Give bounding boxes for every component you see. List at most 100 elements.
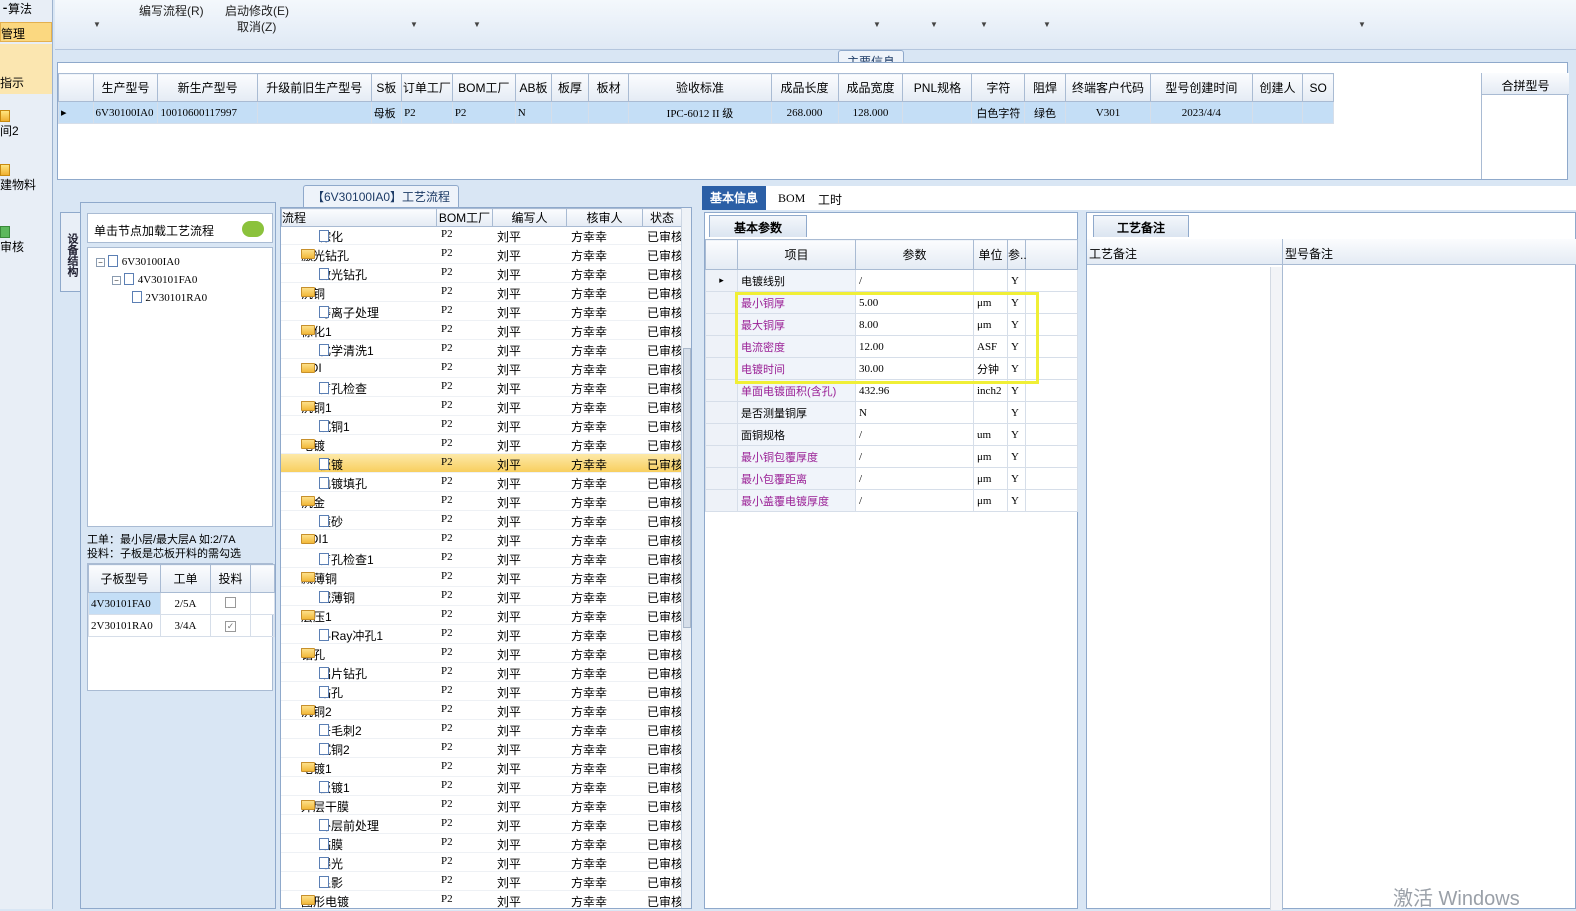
main-info-col[interactable]: 创建人	[1251, 73, 1304, 102]
flow-row[interactable]: 铝片钻孔 P2 刘平 方幸幸 已审核	[281, 663, 681, 682]
nav-item-instruction[interactable]: 指示	[0, 44, 52, 94]
flow-row[interactable]: 减薄铜 P2 刘平 方幸幸 已审核	[281, 587, 681, 606]
main-info-col[interactable]: 字符	[971, 73, 1026, 102]
sub-board-row[interactable]: 4V30101FA0 2/5A	[88, 592, 275, 615]
main-info-col[interactable]: 验收标准	[628, 73, 772, 102]
nav-item-material[interactable]: 建物料	[0, 162, 52, 202]
main-info-col[interactable]: AB板	[514, 73, 553, 102]
scrollbar-thumb[interactable]	[683, 348, 691, 628]
flow-row[interactable]: 板镀1 P2 刘平 方幸幸 已审核	[281, 777, 681, 796]
param-row[interactable]: ▸ 电镀线别 / Y	[705, 269, 1078, 292]
main-info-row[interactable]: ▸ 6V30100IA0 10010600117997 母板 P2 P2 N IPC-6012…	[58, 101, 1334, 124]
flow-row[interactable]: − 减薄铜P2刘平方幸幸已审核	[281, 568, 681, 587]
flow-row[interactable]: 板镀 P2 刘平 方幸幸 已审核	[281, 454, 681, 473]
param-col[interactable]: 参数	[855, 239, 974, 270]
param-row[interactable]: 是否测量铜厚 N Y	[705, 401, 1078, 424]
flow-row[interactable]: 盲孔检查 P2 刘平 方幸幸 已审核	[281, 378, 681, 397]
tree-node-root[interactable]: − 6V30100IA0	[96, 254, 180, 268]
flow-row[interactable]: 沉铜2 P2 刘平 方幸幸 已审核	[281, 739, 681, 758]
flow-row[interactable]: − AOIP2刘平方幸幸已审核	[281, 359, 681, 378]
flow-row[interactable]: − 沉铜1P2刘平方幸幸已审核	[281, 397, 681, 416]
flow-row[interactable]: − 电镀1P2刘平方幸幸已审核	[281, 758, 681, 777]
flow-row[interactable]: − 激光钻孔P2刘平方幸幸已审核	[281, 245, 681, 264]
flow-row[interactable]: 等离子处理 P2 刘平 方幸幸 已审核	[281, 302, 681, 321]
tree-node-child[interactable]: − 4V30101FA0	[112, 272, 197, 286]
param-col[interactable]: 参..	[1007, 239, 1027, 270]
flow-row[interactable]: X-Ray冲孔1 P2 刘平 方幸幸 已审核	[281, 625, 681, 644]
flow-row[interactable]: − 层压1P2刘平方幸幸已审核	[281, 606, 681, 625]
flow-scrollbar[interactable]	[681, 208, 691, 908]
feed-checkbox[interactable]	[210, 592, 251, 615]
sub-board-row[interactable]: 2V30101RA0 3/4A ✓	[88, 614, 275, 637]
flow-row[interactable]: 外层前处理 P2 刘平 方幸幸 已审核	[281, 815, 681, 834]
nav-item-copper2[interactable]: 间2	[0, 108, 52, 148]
dropdown-arrow-icon[interactable]: ▼	[1043, 20, 1051, 29]
start-modify-button[interactable]: 启动修改(E)	[225, 2, 289, 19]
flow-row[interactable]: 贴膜 P2 刘平 方幸幸 已审核	[281, 834, 681, 853]
dropdown-arrow-icon[interactable]: ▼	[930, 20, 938, 29]
tab-bom[interactable]: BOM	[770, 188, 813, 209]
dropdown-arrow-icon[interactable]: ▼	[873, 20, 881, 29]
param-col[interactable]: 单位	[973, 239, 1008, 270]
dropdown-arrow-icon[interactable]: ▼	[980, 20, 988, 29]
main-info-col[interactable]: SO	[1302, 73, 1334, 102]
main-info-col[interactable]: 型号创建时间	[1150, 73, 1253, 102]
tree-node-grandchild[interactable]: 2V30101RA0	[132, 290, 207, 304]
main-info-col[interactable]: 生产型号	[92, 73, 159, 102]
main-info-col[interactable]: 新生产型号	[157, 73, 258, 102]
dropdown-arrow-icon[interactable]: ▼	[473, 20, 481, 29]
tab-work-hours[interactable]: 工时	[810, 188, 850, 211]
vertical-tab-device-structure[interactable]: 设备结构	[60, 212, 80, 292]
main-info-col[interactable]: 成品长度	[770, 73, 839, 102]
main-info-col[interactable]: 终端客户代码	[1064, 73, 1152, 102]
flow-row[interactable]: − 外层干膜P2刘平方幸幸已审核	[281, 796, 681, 815]
main-info-col[interactable]: PNL规格	[902, 73, 973, 102]
flow-row[interactable]: 电镀填孔 P2 刘平 方幸幸 已审核	[281, 473, 681, 492]
main-info-col[interactable]: 板厚	[551, 73, 589, 102]
nav-item-management[interactable]: 管理	[0, 22, 52, 42]
flow-row[interactable]: − 沉金P2刘平方幸幸已审核	[281, 492, 681, 511]
flow-row[interactable]: 去毛刺2 P2 刘平 方幸幸 已审核	[281, 720, 681, 739]
param-col[interactable]: 项目	[737, 239, 856, 270]
cancel-button[interactable]: 取消(Z)	[237, 18, 276, 35]
model-note-column[interactable]: 型号备注	[1283, 239, 1576, 910]
nav-item-algorithm[interactable]: ⁃算法	[0, 0, 52, 18]
param-row[interactable]: 最小包覆距离 / μm Y	[705, 467, 1078, 490]
flow-row[interactable]: 钻孔 P2 刘平 方幸幸 已审核	[281, 682, 681, 701]
main-info-col[interactable]: 成品宽度	[837, 73, 904, 102]
flow-row[interactable]: − 钻孔P2刘平方幸幸已审核	[281, 644, 681, 663]
main-info-col[interactable]: 升级前旧生产型号	[256, 73, 372, 102]
flow-row[interactable]: 棕化 P2 刘平 方幸幸 已审核	[281, 226, 681, 245]
param-row[interactable]: 最小盖覆电镀厚度 / μm Y	[705, 489, 1078, 512]
flow-row[interactable]: 激光钻孔 P2 刘平 方幸幸 已审核	[281, 264, 681, 283]
flow-row[interactable]: 沉铜1 P2 刘平 方幸幸 已审核	[281, 416, 681, 435]
main-info-col[interactable]: 板材	[587, 73, 630, 102]
flow-row[interactable]: − 电镀P2刘平方幸幸已审核	[281, 435, 681, 454]
param-row[interactable]: 面铜规格 / um Y	[705, 423, 1078, 446]
main-info-col[interactable]: BOM工厂	[451, 73, 516, 102]
flow-row[interactable]: − 棕化1P2刘平方幸幸已审核	[281, 321, 681, 340]
dropdown-arrow-icon[interactable]: ▼	[93, 20, 101, 29]
main-info-col[interactable]: 阻焊	[1024, 73, 1066, 102]
nav-item-review[interactable]: 审核	[0, 224, 52, 260]
write-flow-button[interactable]: 编写流程(R)	[139, 2, 204, 19]
process-note-column[interactable]: 工艺备注	[1087, 239, 1283, 910]
flow-row[interactable]: 显影 P2 刘平 方幸幸 已审核	[281, 872, 681, 891]
dropdown-arrow-icon[interactable]: ▼	[1358, 20, 1366, 29]
dropdown-arrow-icon[interactable]: ▼	[410, 20, 418, 29]
flow-row[interactable]: 化学清洗1 P2 刘平 方幸幸 已审核	[281, 340, 681, 359]
flow-row[interactable]: 曝光 P2 刘平 方幸幸 已审核	[281, 853, 681, 872]
notes-scrollbar[interactable]	[1270, 267, 1282, 910]
flow-row[interactable]: − 沉铜2P2刘平方幸幸已审核	[281, 701, 681, 720]
feed-checkbox-checked[interactable]: ✓	[210, 614, 251, 637]
flow-row[interactable]: − 沉铜P2刘平方幸幸已审核	[281, 283, 681, 302]
tab-basic-info[interactable]: 基本信息	[702, 186, 767, 210]
flow-row[interactable]: 盲孔检查1 P2 刘平 方幸幸 已审核	[281, 549, 681, 568]
load-flow-hint[interactable]: 单击节点加载工艺流程	[87, 213, 273, 243]
flow-row[interactable]: 喷砂 P2 刘平 方幸幸 已审核	[281, 511, 681, 530]
flow-row[interactable]: − AOI1P2刘平方幸幸已审核	[281, 530, 681, 549]
param-row[interactable]: 最小铜包覆厚度 / μm Y	[705, 445, 1078, 468]
main-info-col[interactable]: S板	[370, 73, 403, 102]
flow-row[interactable]: − 图形电镀P2刘平方幸幸已审核	[281, 891, 681, 910]
main-info-col[interactable]: 订单工厂	[401, 73, 453, 102]
